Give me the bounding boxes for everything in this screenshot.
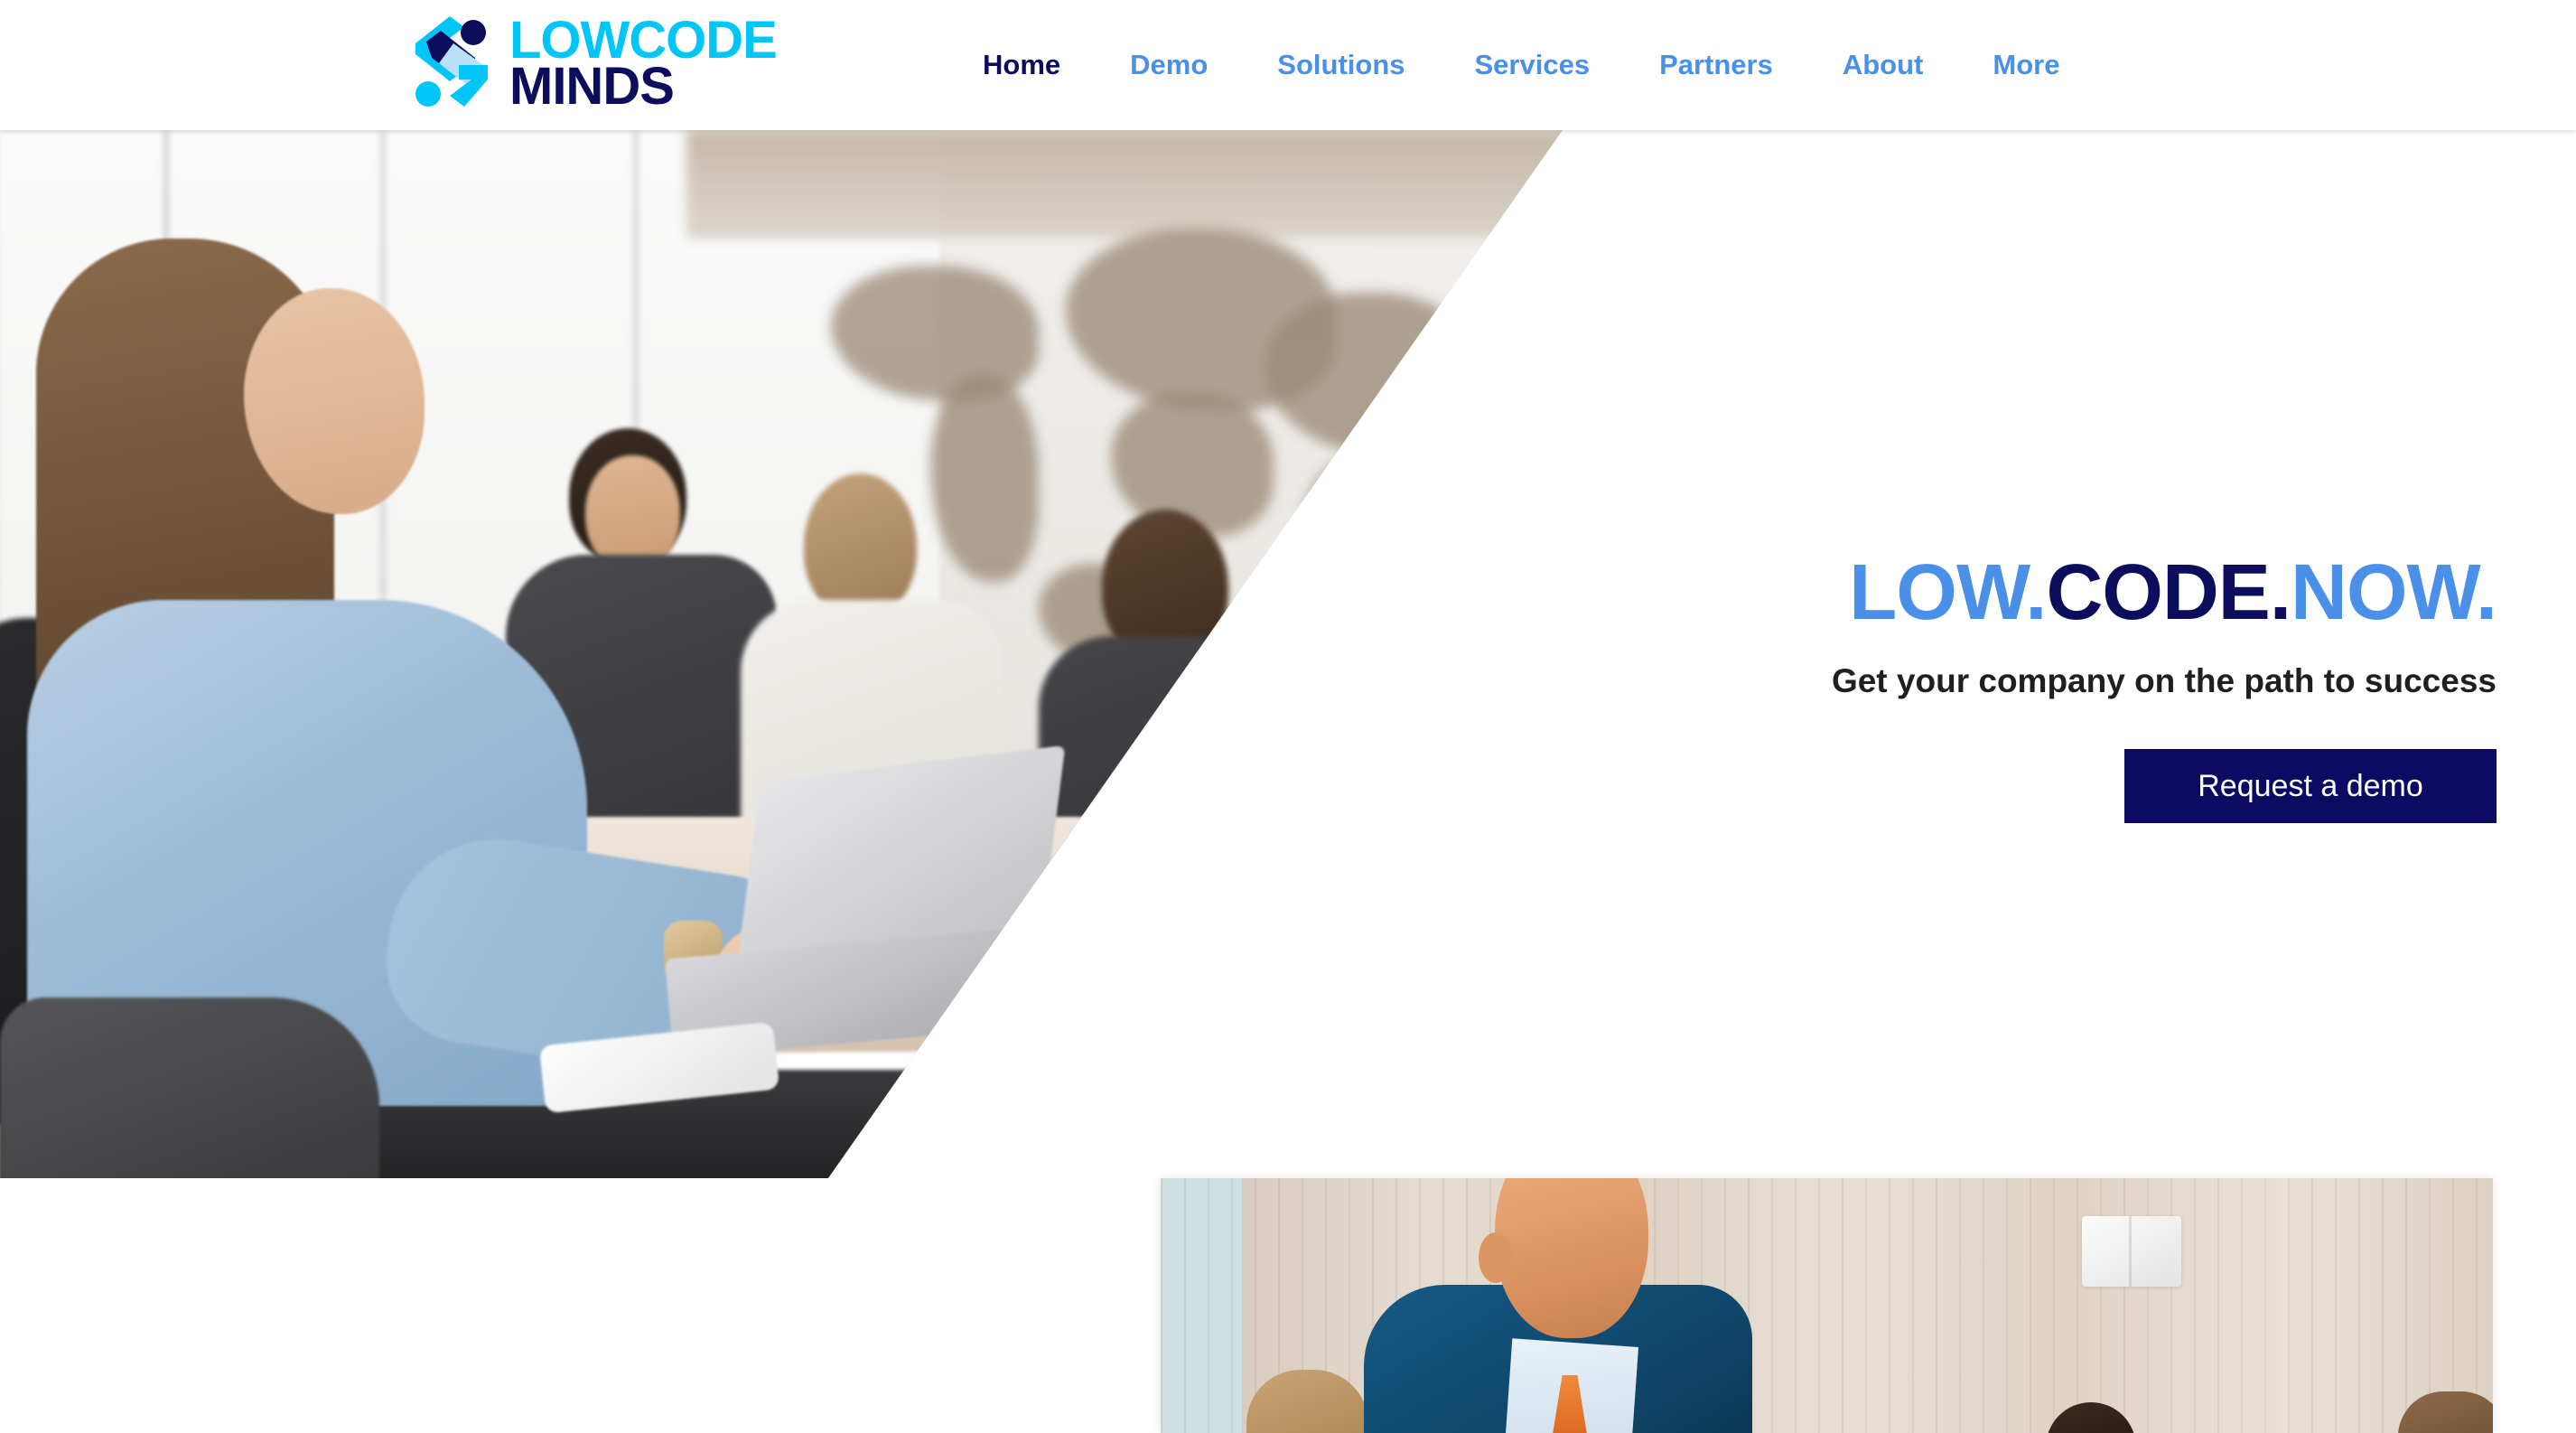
page-root: LOWCODE MINDS Home Demo Solutions Servic…: [0, 0, 2576, 1433]
logo-text: LOWCODE MINDS: [509, 14, 778, 116]
logo-line-two: MINDS: [509, 57, 675, 116]
hero-text-block: LOW.CODE.NOW. Get your company on the pa…: [1485, 130, 2497, 1178]
site-header: LOWCODE MINDS Home Demo Solutions Servic…: [0, 0, 2576, 130]
hero-image-scene: [0, 130, 1563, 1178]
hero-headline: LOW.CODE.NOW.: [1849, 551, 2497, 633]
nav-item-more[interactable]: More: [1993, 49, 2059, 81]
lowcode-minds-logo-mark-icon: [415, 16, 488, 107]
nav-item-solutions[interactable]: Solutions: [1277, 49, 1405, 81]
foreground-woman-skirt: [0, 997, 379, 1178]
second-section: [0, 1178, 2576, 1433]
main-navigation: Home Demo Solutions Services Partners Ab…: [983, 0, 2059, 130]
meeting-man-ear: [1479, 1232, 1513, 1283]
wall-light-switch: [2082, 1216, 2181, 1287]
hero-image: [0, 130, 1563, 1178]
background-person-2-head: [804, 473, 917, 618]
hero-subtitle: Get your company on the path to success: [1831, 662, 2497, 700]
meeting-wall-texture: [1161, 1178, 2493, 1433]
logo[interactable]: LOWCODE MINDS: [408, 13, 778, 116]
nav-item-partners[interactable]: Partners: [1659, 49, 1773, 81]
request-demo-button[interactable]: Request a demo: [2124, 749, 2497, 824]
nav-item-demo[interactable]: Demo: [1130, 49, 1208, 81]
hero-headline-part-code: CODE.: [2046, 548, 2291, 636]
nav-item-about[interactable]: About: [1843, 49, 1924, 81]
nav-item-home[interactable]: Home: [983, 49, 1060, 81]
hero-section: LOW.CODE.NOW. Get your company on the pa…: [0, 130, 2576, 1178]
background-laptop: [1106, 799, 1423, 1007]
hero-headline-part-now: NOW.: [2291, 548, 2497, 636]
background-person-3-body: [1039, 636, 1310, 1016]
meeting-image: [1161, 1178, 2493, 1433]
hero-headline-part-low: LOW.: [1849, 548, 2047, 636]
nav-item-services[interactable]: Services: [1475, 49, 1591, 81]
